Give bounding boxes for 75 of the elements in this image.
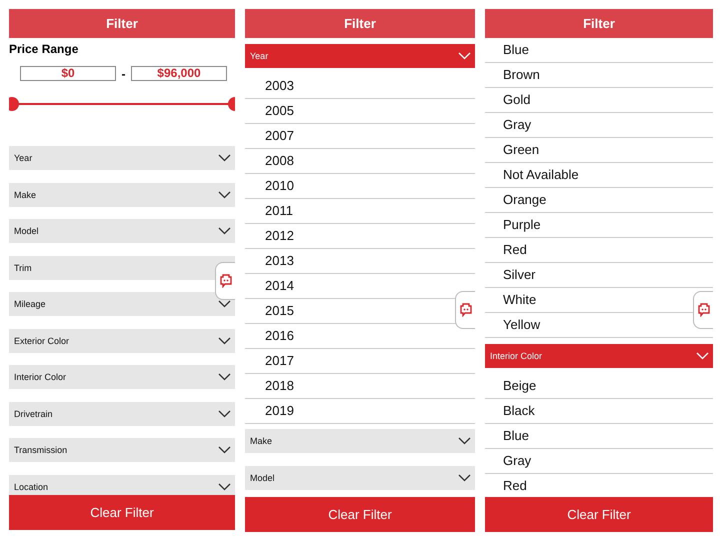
filter-dropdown[interactable]: Mileage	[9, 292, 235, 316]
chat-icon	[698, 303, 710, 317]
filter-dropdown[interactable]: Make	[245, 429, 475, 453]
filter-dropdown[interactable]: Year	[245, 44, 475, 68]
option-item[interactable]: Silver	[503, 267, 536, 282]
option-item[interactable]: 2015	[265, 303, 294, 318]
filter-dropdown[interactable]: Year	[9, 146, 235, 170]
chat-button[interactable]	[215, 262, 235, 300]
filter-dropdown[interactable]: Make	[9, 182, 235, 206]
option-item[interactable]: Yellow	[503, 317, 540, 332]
filter-header: Filter	[245, 9, 475, 38]
chevron-down-icon	[218, 154, 231, 162]
option-item[interactable]: 2007	[265, 128, 294, 143]
option-item[interactable]: 2010	[265, 178, 294, 193]
option-item[interactable]: 2008	[265, 153, 294, 168]
option-item[interactable]: Brown	[503, 67, 540, 82]
option-item[interactable]: 2003	[265, 78, 294, 93]
option-item[interactable]: Beige	[503, 378, 536, 393]
option-item[interactable]: Blue	[503, 42, 530, 57]
range-separator: -	[120, 66, 126, 80]
option-item[interactable]: 2013	[265, 253, 294, 268]
filter-dropdown[interactable]: Drivetrain	[9, 402, 235, 426]
filter-header: Filter	[9, 9, 235, 38]
chevron-down-icon	[218, 373, 231, 381]
option-item[interactable]: Blue	[503, 428, 530, 443]
option-item[interactable]: 2019	[265, 403, 294, 418]
chevron-down-icon	[696, 352, 709, 360]
option-item[interactable]: 2005	[265, 103, 294, 118]
filter-dropdown[interactable]: Trim	[9, 256, 235, 280]
filter-dropdown[interactable]: Interior Color	[485, 344, 713, 368]
filter-dropdown[interactable]: Exterior Color	[9, 328, 235, 352]
chevron-down-icon	[218, 336, 231, 344]
option-item[interactable]: Gold	[503, 92, 530, 107]
chevron-down-icon	[458, 474, 471, 482]
max-price-field[interactable]: $96,000	[131, 66, 227, 81]
chat-button[interactable]	[455, 291, 475, 329]
price-slider[interactable]	[12, 97, 235, 111]
option-item[interactable]: 2014	[265, 278, 294, 293]
option-item[interactable]: 2018	[265, 378, 294, 393]
option-item[interactable]: Orange	[503, 192, 546, 207]
chevron-down-icon	[218, 300, 231, 308]
clear-filter-button[interactable]: Clear Filter	[485, 497, 713, 532]
option-item[interactable]: White	[503, 292, 536, 307]
chat-icon	[460, 303, 472, 317]
option-item[interactable]: Red	[503, 478, 527, 493]
option-item[interactable]: Gray	[503, 453, 532, 468]
option-item[interactable]: Black	[503, 403, 535, 418]
filter-dropdown[interactable]: Model	[245, 466, 475, 490]
chevron-down-icon	[218, 446, 231, 454]
clear-filter-button[interactable]: Clear Filter	[9, 495, 235, 530]
chevron-down-icon	[218, 190, 231, 198]
chevron-down-icon	[218, 410, 231, 418]
price-range-label: Price Range	[9, 42, 80, 56]
chevron-down-icon	[458, 52, 471, 60]
chat-button[interactable]	[693, 291, 713, 329]
option-item[interactable]: Red	[503, 242, 527, 257]
filter-dropdown[interactable]: Model	[9, 219, 235, 243]
chat-icon	[220, 274, 232, 288]
chevron-down-icon	[218, 482, 231, 490]
chevron-down-icon	[218, 227, 231, 235]
min-price-field[interactable]: $0	[20, 66, 116, 81]
option-item[interactable]: Gray	[503, 117, 532, 132]
option-item[interactable]: 2016	[265, 328, 294, 343]
filter-dropdown[interactable]: Location	[9, 474, 235, 495]
option-item[interactable]: 2012	[265, 228, 294, 243]
option-item[interactable]: Purple	[503, 217, 541, 232]
option-item[interactable]: 2011	[265, 203, 293, 218]
chevron-down-icon	[458, 437, 471, 445]
option-item[interactable]: Not Available	[503, 167, 579, 182]
filter-dropdown[interactable]: Transmission	[9, 438, 235, 462]
option-item[interactable]: Green	[503, 142, 540, 157]
option-item[interactable]: 2017	[265, 353, 294, 368]
filter-dropdown[interactable]: Interior Color	[9, 365, 235, 389]
clear-filter-button[interactable]: Clear Filter	[245, 497, 475, 532]
filter-header: Filter	[485, 9, 713, 38]
